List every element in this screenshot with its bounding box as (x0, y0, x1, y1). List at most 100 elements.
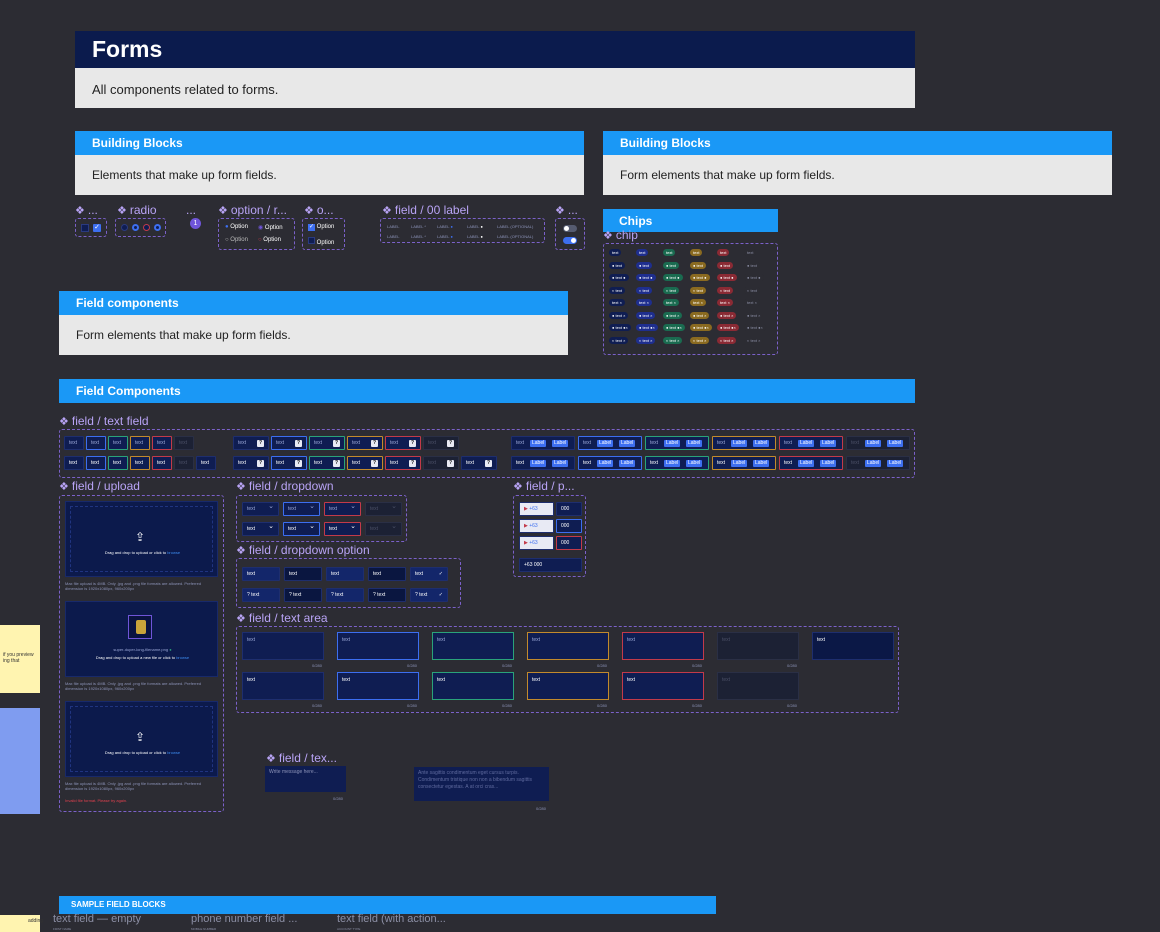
text-field[interactable]: text (174, 436, 194, 450)
radio-2[interactable] (132, 224, 139, 231)
country-code-select[interactable]: ▶ +63 (519, 536, 554, 550)
chip-remove-icon[interactable]: ●× (730, 325, 736, 330)
text-field-with-icon[interactable]: text? (271, 436, 307, 450)
dropdown[interactable]: text ⌄ (242, 502, 279, 516)
text-field[interactable]: text (86, 456, 106, 470)
chip[interactable]: text (636, 249, 649, 256)
chip[interactable]: ● text ● (663, 274, 683, 281)
chip[interactable]: ● text × (636, 311, 656, 319)
text-area[interactable]: text (527, 672, 609, 700)
text-field-with-icon[interactable]: text? (347, 456, 383, 470)
chip-remove-icon[interactable]: × (676, 338, 679, 343)
chip[interactable]: ◐ text × (663, 336, 683, 344)
help-icon[interactable]: ? (257, 440, 264, 447)
chip-remove-icon[interactable]: ● (649, 275, 652, 280)
chip[interactable]: ◐ text × (609, 336, 629, 344)
chip[interactable]: text (717, 249, 730, 256)
browse-link-2[interactable]: browse (176, 655, 189, 660)
chip-remove-icon[interactable]: × (753, 300, 757, 305)
text-field-with-labels[interactable]: text Label Label (779, 436, 843, 450)
text-area[interactable]: text (622, 632, 704, 660)
chip-remove-icon[interactable]: × (645, 300, 649, 305)
dropdown[interactable]: text ⌄ (365, 522, 402, 536)
chip[interactable]: ● text ●× (717, 324, 739, 331)
chip[interactable]: ● text (744, 261, 760, 269)
help-icon[interactable]: ? (371, 440, 378, 447)
chip-remove-icon[interactable]: ● (703, 275, 706, 280)
chip[interactable]: ● text ●× (744, 324, 766, 331)
chip[interactable]: text (690, 249, 703, 256)
text-field-with-labels[interactable]: text Label Label (645, 456, 709, 470)
dropdown-option[interactable]: ? text (368, 588, 406, 602)
chip-remove-icon[interactable]: × (703, 338, 706, 343)
chip[interactable]: ● text ● (744, 274, 764, 281)
upload-dropzone-filled[interactable]: super-duper-long-filename.png ● Drag and… (65, 601, 218, 677)
chip[interactable]: ● text ●× (663, 324, 685, 331)
help-icon[interactable]: ? (409, 440, 416, 447)
chip-remove-icon[interactable]: × (649, 313, 652, 318)
chip[interactable]: ● text (690, 261, 706, 269)
chip[interactable]: ◐ text (663, 286, 679, 294)
text-field[interactable]: text (130, 456, 150, 470)
chip[interactable]: ● text ● (690, 274, 710, 281)
text-field-with-labels[interactable]: text Label Label (846, 456, 910, 470)
toggle-on[interactable] (563, 237, 577, 244)
chip[interactable]: ● text × (690, 311, 710, 319)
help-icon[interactable]: ? (447, 440, 454, 447)
chip[interactable]: ◐ text × (744, 336, 764, 344)
text-field-with-labels[interactable]: text Label Label (712, 456, 776, 470)
chip[interactable]: ◐ text × (717, 336, 737, 344)
help-icon[interactable]: ? (333, 440, 340, 447)
chip-remove-icon[interactable]: ● (676, 275, 679, 280)
text-area[interactable]: text (622, 672, 704, 700)
chip-remove-icon[interactable]: × (618, 300, 622, 305)
chip[interactable]: ◐ text (690, 286, 706, 294)
chip-remove-icon[interactable]: × (730, 338, 733, 343)
chip-remove-icon[interactable]: × (757, 338, 760, 343)
text-field-with-icon[interactable]: text? (233, 436, 269, 450)
chip[interactable]: ● text ●× (609, 324, 631, 331)
phone-field[interactable]: ▶ +63 000 (519, 519, 582, 533)
text-area[interactable]: text (337, 672, 419, 700)
help-icon[interactable]: ? (447, 460, 454, 467)
text-area[interactable]: text (717, 672, 799, 700)
text-area[interactable]: text (527, 632, 609, 660)
chip-remove-icon[interactable]: ● (757, 275, 760, 280)
dropdown-option[interactable]: text (284, 567, 322, 581)
chip[interactable]: ● text × (717, 311, 737, 319)
chip[interactable]: ◐ text (717, 286, 733, 294)
text-area[interactable]: text (337, 632, 419, 660)
text-field-with-labels[interactable]: text Label Label (578, 456, 642, 470)
text-field-with-labels[interactable]: text Label Label (779, 456, 843, 470)
upload-dropzone-empty[interactable]: ⇪ Drag and drop to upload or click to br… (65, 501, 218, 577)
text-field-with-icon[interactable]: text? (233, 456, 269, 470)
chip[interactable]: text × (609, 299, 625, 306)
option-radio-4[interactable]: ○ Option (258, 237, 281, 243)
text-field[interactable]: text (108, 456, 128, 470)
option-radio-2[interactable]: ◉ Option (258, 224, 283, 231)
dropdown[interactable]: text ⌄ (283, 522, 320, 536)
dropdown-option[interactable]: ? text (242, 588, 280, 602)
browse-link-3[interactable]: browse (167, 750, 180, 755)
text-area[interactable]: text (432, 672, 514, 700)
chip[interactable]: text × (717, 299, 733, 306)
text-field-with-labels[interactable]: text Label Label (645, 436, 709, 450)
radio-1[interactable] (121, 224, 128, 231)
phone-field[interactable]: ▶ +63 000 (519, 536, 582, 550)
text-area[interactable]: text (717, 632, 799, 660)
dropdown[interactable]: text ⌄ (242, 522, 279, 536)
chip[interactable]: ◐ text (744, 286, 760, 294)
checkbox-checked[interactable]: ✓ (93, 224, 101, 232)
chip-remove-icon[interactable]: ●× (622, 325, 628, 330)
text-field-with-icon[interactable]: text? (385, 456, 421, 470)
chip[interactable]: ● text × (744, 311, 764, 319)
chip-remove-icon[interactable]: ●× (757, 325, 763, 330)
chip[interactable]: ◐ text × (636, 336, 656, 344)
help-icon[interactable]: ? (295, 440, 302, 447)
text-field-with-labels[interactable]: text Label Label (578, 436, 642, 450)
chip-remove-icon[interactable]: × (672, 300, 676, 305)
text-field-with-icon[interactable]: text? (461, 456, 497, 470)
chip[interactable]: ◐ text (636, 286, 652, 294)
long-textarea[interactable]: Ante sagittis condimentum eget cursus tu… (414, 767, 549, 801)
chip[interactable]: text (609, 249, 622, 256)
